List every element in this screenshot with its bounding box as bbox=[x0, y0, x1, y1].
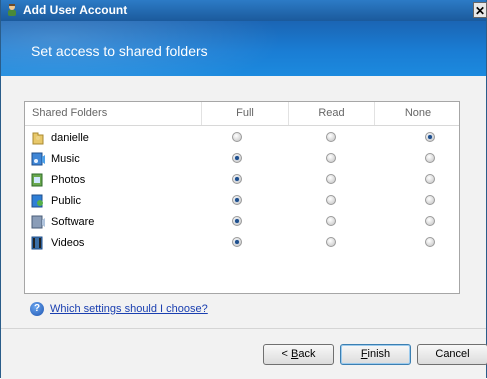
radio-none[interactable] bbox=[425, 132, 435, 142]
column-header-shared-folders[interactable]: Shared Folders bbox=[25, 102, 202, 125]
title-bar[interactable]: Add User Account ✕ bbox=[1, 0, 487, 21]
add-user-account-dialog: Add User Account ✕ Set access to shared … bbox=[0, 0, 487, 379]
table-row: Software bbox=[25, 212, 459, 233]
user-folder-icon bbox=[32, 132, 44, 145]
radio-full[interactable] bbox=[232, 174, 242, 184]
radio-read[interactable] bbox=[326, 237, 336, 247]
radio-none[interactable] bbox=[425, 153, 435, 163]
table-row: Music bbox=[25, 149, 459, 170]
folder-name: danielle bbox=[51, 132, 89, 144]
radio-read[interactable] bbox=[326, 216, 336, 226]
header-banner: Set access to shared folders bbox=[1, 21, 486, 76]
radio-read[interactable] bbox=[326, 195, 336, 205]
column-header-read[interactable]: Read bbox=[289, 102, 375, 125]
radio-none[interactable] bbox=[425, 195, 435, 205]
radio-read[interactable] bbox=[326, 153, 336, 163]
radio-full[interactable] bbox=[232, 216, 242, 226]
finish-mnemonic: F bbox=[360, 348, 368, 360]
radio-full[interactable] bbox=[232, 132, 242, 142]
back-button[interactable]: < Back bbox=[263, 344, 334, 365]
radio-full[interactable] bbox=[232, 153, 242, 163]
content-area: Shared Folders Full Read None danielle M… bbox=[1, 76, 487, 379]
folder-name: Music bbox=[51, 153, 80, 165]
window-title: Add User Account bbox=[23, 3, 128, 17]
column-header-none[interactable]: None bbox=[375, 102, 461, 125]
public-folder-icon bbox=[31, 194, 43, 208]
back-rest: ack bbox=[298, 348, 316, 360]
button-bar: < Back Finish Cancel bbox=[1, 328, 487, 379]
folder-name: Public bbox=[51, 195, 81, 207]
cancel-button[interactable]: Cancel bbox=[417, 344, 487, 365]
radio-read[interactable] bbox=[326, 174, 336, 184]
cancel-label: Cancel bbox=[435, 348, 470, 360]
help-icon[interactable]: ? bbox=[30, 302, 44, 316]
radio-full[interactable] bbox=[232, 237, 242, 247]
radio-none[interactable] bbox=[425, 237, 435, 247]
folder-name: Videos bbox=[51, 237, 85, 249]
table-header: Shared Folders Full Read None bbox=[25, 102, 459, 126]
shared-folders-table: Shared Folders Full Read None danielle M… bbox=[24, 101, 460, 294]
finish-button[interactable]: Finish bbox=[340, 344, 411, 365]
folder-name: Software bbox=[51, 216, 95, 228]
page-heading: Set access to shared folders bbox=[31, 43, 208, 59]
table-row: Videos bbox=[25, 233, 459, 254]
music-folder-icon bbox=[31, 152, 45, 166]
close-icon: ✕ bbox=[474, 4, 486, 18]
photos-folder-icon bbox=[31, 173, 43, 187]
back-prefix: < bbox=[281, 348, 291, 360]
folder-name: Photos bbox=[51, 174, 86, 186]
radio-full[interactable] bbox=[232, 195, 242, 205]
videos-folder-icon bbox=[31, 236, 43, 250]
table-row: Photos bbox=[25, 170, 459, 191]
table-row: Public bbox=[25, 191, 459, 212]
close-button[interactable]: ✕ bbox=[473, 2, 487, 18]
radio-none[interactable] bbox=[425, 174, 435, 184]
column-header-full[interactable]: Full bbox=[202, 102, 289, 125]
table-row: danielle bbox=[25, 128, 459, 149]
software-folder-icon bbox=[31, 215, 45, 229]
radio-none[interactable] bbox=[425, 216, 435, 226]
radio-read[interactable] bbox=[326, 132, 336, 142]
user-account-icon bbox=[8, 4, 16, 16]
help-link[interactable]: Which settings should I choose? bbox=[50, 303, 208, 315]
finish-rest: inish bbox=[367, 348, 391, 360]
